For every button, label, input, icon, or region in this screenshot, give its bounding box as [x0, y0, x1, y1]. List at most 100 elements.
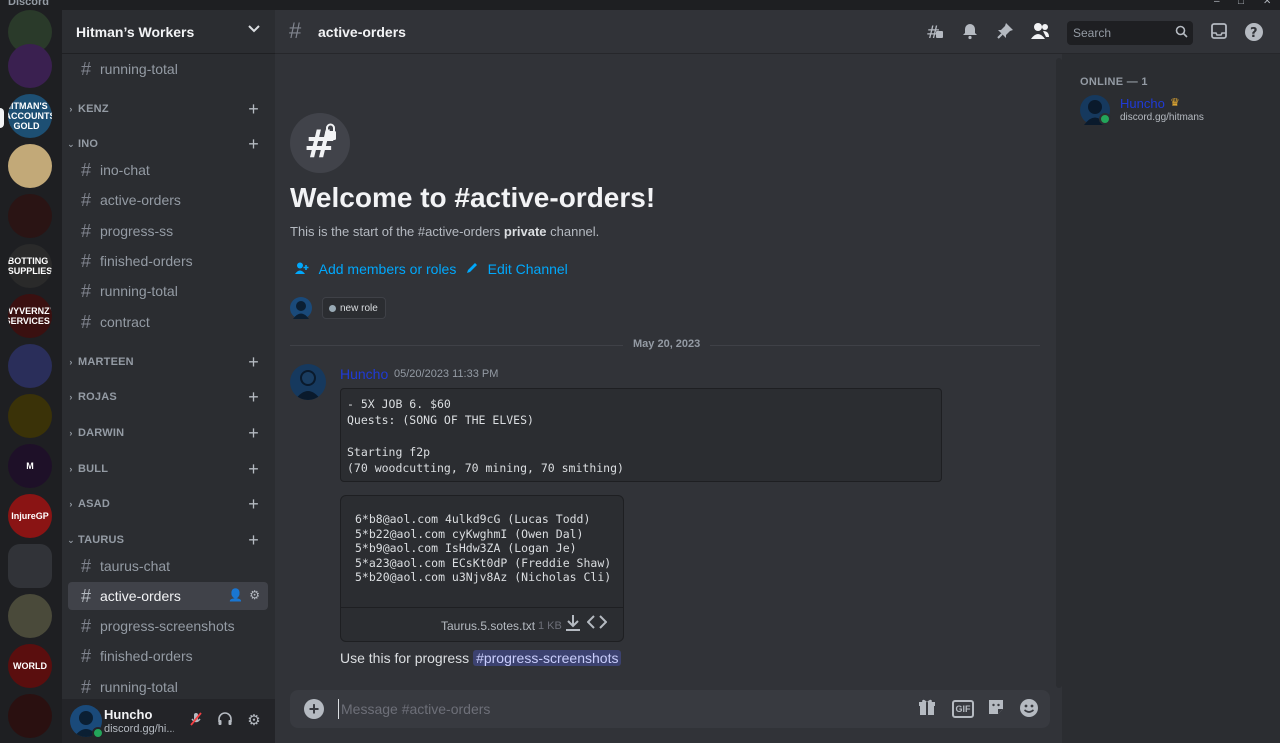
create-channel-icon[interactable]: + — [248, 134, 259, 155]
message-composer: + GIF — [290, 690, 1050, 728]
category-label: KENZ — [78, 103, 109, 115]
create-channel-icon[interactable]: + — [248, 352, 259, 373]
create-channel-icon[interactable]: + — [248, 459, 259, 480]
server-rail: HITMAN'S ACCOUNTS & GOLD BOTTING SUPPLIES… — [0, 10, 62, 743]
category-bull[interactable]: › BULL + — [62, 458, 275, 480]
channel-label: active-orders — [100, 588, 181, 604]
notification-bell-icon[interactable] — [959, 22, 981, 44]
close-window-button[interactable]: ✕ — [1263, 0, 1271, 7]
channel-item-running-total[interactable]: # running-total — [68, 55, 268, 83]
channel-hash-icon: # — [80, 311, 91, 332]
category-label: MARTEEN — [78, 356, 134, 368]
category-taurus[interactable]: ⌄ TAURUS + — [62, 529, 275, 551]
create-channel-icon[interactable]: + — [248, 99, 259, 120]
add-attachment-icon[interactable]: + — [304, 699, 324, 719]
gif-picker-icon[interactable]: GIF — [952, 700, 974, 718]
message-input[interactable] — [338, 699, 898, 719]
message-text-content: Use this for progress — [340, 650, 470, 666]
channel-item-running-total[interactable]: # running-total — [68, 277, 268, 305]
server-icon[interactable] — [8, 394, 52, 438]
member-name[interactable]: Huncho — [1120, 96, 1165, 111]
welcome-subtitle-bold: private — [503, 224, 547, 239]
avatar[interactable] — [290, 297, 312, 319]
sticker-icon[interactable] — [985, 698, 1007, 720]
welcome-title: Welcome to #active-orders! — [290, 182, 656, 213]
search-icon — [1175, 25, 1188, 43]
download-icon[interactable] — [563, 614, 583, 634]
channel-item-finished-orders[interactable]: # finished-orders — [68, 247, 268, 275]
chevron-right-icon: › — [69, 104, 73, 114]
edit-channel-label: Edit Channel — [487, 261, 568, 277]
server-icon[interactable] — [8, 144, 52, 188]
channel-item-running-total[interactable]: # running-total — [68, 673, 268, 699]
server-icon[interactable] — [8, 44, 52, 88]
server-icon[interactable]: WYVERNZY SERVICES — [8, 294, 52, 338]
private-channel-icon: # — [290, 113, 350, 173]
server-icon[interactable] — [8, 544, 52, 588]
help-icon[interactable]: ? — [1243, 22, 1265, 44]
chevron-right-icon: › — [69, 464, 73, 474]
server-header[interactable]: Hitman’s Workers — [62, 10, 275, 54]
mute-microphone-icon[interactable] — [186, 711, 206, 731]
settings-gear-icon[interactable]: ⚙ — [249, 588, 260, 602]
edit-channel-button[interactable]: Edit Channel — [466, 261, 568, 277]
gift-icon[interactable] — [916, 698, 938, 720]
minimize-button[interactable]: – — [1214, 0, 1220, 7]
emoji-icon[interactable] — [1018, 698, 1040, 720]
role-chip[interactable]: new role — [322, 297, 386, 319]
add-members-button[interactable]: Add members or roles — [295, 261, 456, 277]
inbox-icon[interactable] — [1208, 22, 1230, 44]
server-icon[interactable] — [8, 344, 52, 388]
create-channel-icon[interactable]: + — [248, 494, 259, 515]
channel-sidebar: Hitman’s Workers # running-total › KENZ + ⌄ IN… — [62, 10, 275, 743]
channel-label: active-orders — [100, 192, 181, 208]
server-icon[interactable] — [8, 594, 52, 638]
server-icon[interactable]: M — [8, 444, 52, 488]
maximize-button[interactable]: □ — [1238, 0, 1244, 7]
server-icon[interactable]: WORLD — [8, 644, 52, 688]
server-icon[interactable] — [8, 194, 52, 238]
invite-icon[interactable]: 👤 — [228, 588, 243, 602]
attachment-filename[interactable]: Taurus.5.sotes.txt — [441, 619, 535, 633]
expand-code-icon[interactable] — [586, 614, 608, 634]
channel-item-ino-chat[interactable]: # ino-chat — [68, 156, 268, 184]
channel-label: contract — [100, 314, 150, 330]
member-list: ONLINE — 1 Huncho ♛ discord.gg/hitmans — [1062, 54, 1280, 743]
server-icon[interactable] — [8, 694, 52, 738]
channel-mention-link[interactable]: #progress-screenshots — [473, 650, 622, 666]
channel-item-finished-orders[interactable]: # finished-orders — [68, 642, 268, 670]
channel-item-contract[interactable]: # contract — [68, 308, 268, 336]
username: Huncho — [104, 707, 153, 722]
threads-icon[interactable]: # — [924, 22, 946, 44]
message-author[interactable]: Huncho — [340, 366, 388, 382]
category-darwin[interactable]: › DARWIN + — [62, 422, 275, 444]
create-channel-icon[interactable]: + — [248, 423, 259, 444]
channel-label: finished-orders — [100, 648, 193, 664]
create-channel-icon[interactable]: + — [248, 387, 259, 408]
avatar[interactable] — [290, 364, 326, 400]
channel-item-progress-screenshots[interactable]: # progress-screenshots — [68, 612, 268, 640]
pinned-messages-icon[interactable] — [994, 22, 1016, 44]
channel-hash-icon: # — [289, 18, 302, 43]
channel-item-active-orders[interactable]: # active-orders — [68, 186, 268, 214]
create-channel-icon[interactable]: + — [248, 530, 259, 551]
channel-item-progress-ss[interactable]: # progress-ss — [68, 217, 268, 245]
channel-tools: 👤 ⚙ — [228, 588, 260, 602]
category-kenz[interactable]: › KENZ + — [62, 98, 275, 120]
channel-item-active-orders[interactable]: # active-orders 👤 ⚙ — [68, 582, 268, 610]
member-list-icon[interactable] — [1029, 22, 1051, 44]
channel-item-taurus-chat[interactable]: # taurus-chat — [68, 552, 268, 580]
category-marteen[interactable]: › MARTEEN + — [62, 351, 275, 373]
category-asad[interactable]: › ASAD + — [62, 493, 275, 515]
category-rojas[interactable]: › ROJAS + — [62, 386, 275, 408]
server-owner-crown-icon: ♛ — [1170, 97, 1180, 109]
channel-list: # running-total › KENZ + ⌄ INO + # ino-chat # activ… — [62, 54, 275, 699]
server-icon[interactable]: HITMAN'S ACCOUNTS & GOLD — [8, 94, 52, 138]
category-ino[interactable]: ⌄ INO + — [62, 133, 275, 155]
server-icon[interactable]: BOTTING SUPPLIES — [8, 244, 52, 288]
settings-gear-icon[interactable]: ⚙ — [244, 711, 264, 731]
headphones-icon[interactable] — [215, 711, 235, 731]
category-label: INO — [78, 138, 99, 150]
server-icon[interactable]: InjureGP — [8, 494, 52, 538]
channel-hash-icon: # — [80, 58, 91, 79]
